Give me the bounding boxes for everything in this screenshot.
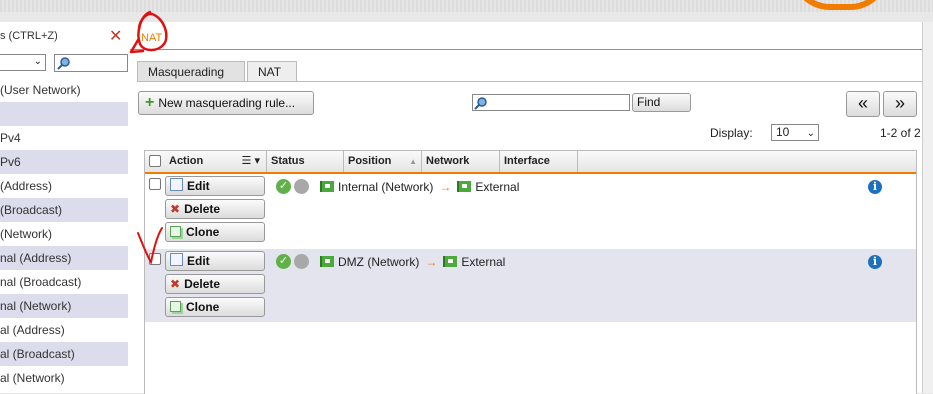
status-inactive-icon (294, 254, 309, 269)
sort-ascending-icon: ▲ (409, 157, 417, 166)
list-item[interactable]: al (Address) (0, 318, 128, 342)
column-header-label: Action (169, 155, 204, 167)
delete-label: Delete (184, 277, 221, 291)
left-panel-title: s (CTRL+Z) (0, 30, 58, 42)
info-icon[interactable]: i (868, 180, 882, 194)
clone-label: Clone (186, 300, 220, 314)
scrollbar[interactable] (922, 22, 933, 393)
search-icon (57, 57, 70, 70)
plus-icon: + (145, 94, 155, 111)
delete-icon: ✖ (170, 202, 181, 216)
edit-label: Edit (187, 179, 210, 193)
column-header-action[interactable]: Action ☰ ▾ (165, 151, 267, 172)
list-item[interactable]: Pv4 (0, 126, 128, 150)
left-panel: s (CTRL+Z) ✕ ⌄ (User Network) Pv4 Pv6 (A… (0, 22, 130, 393)
list-item[interactable]: Pv6 (0, 150, 128, 174)
find-button[interactable]: Find (632, 93, 691, 112)
next-page-button[interactable]: » (883, 91, 917, 117)
info-icon[interactable]: i (868, 255, 882, 269)
left-panel-list: (User Network) Pv4 Pv6 (Address) (Broadc… (0, 78, 128, 390)
edit-button[interactable]: Edit (165, 176, 265, 196)
search-input[interactable] (472, 94, 630, 111)
rule-source: Internal (Network) (338, 180, 434, 194)
clone-icon (170, 226, 181, 237)
divider (130, 49, 922, 50)
column-header-label: Position (348, 155, 392, 167)
clone-button[interactable]: Clone (165, 222, 265, 242)
list-item[interactable]: (User Network) (0, 78, 128, 102)
main-panel: NAT Masquerading NAT + New masquerading r… (130, 22, 922, 394)
rule-description: Internal (Network) → External (320, 180, 519, 194)
clone-label: Clone (186, 225, 220, 239)
delete-icon: ✖ (170, 277, 181, 291)
list-item[interactable] (0, 102, 128, 126)
row-checkbox[interactable] (149, 178, 161, 190)
chevron-down-icon: ⌄ (806, 128, 815, 139)
rule-target: External (475, 180, 520, 194)
edit-icon (170, 253, 183, 266)
status-enabled-icon[interactable]: ✓ (276, 179, 291, 194)
clone-button[interactable]: Clone (165, 297, 265, 317)
status-enabled-icon[interactable]: ✓ (276, 254, 291, 269)
divider (137, 81, 922, 82)
network-flag-icon (320, 181, 334, 192)
rule-source: DMZ (Network) (338, 255, 420, 269)
row-checkbox[interactable] (149, 253, 161, 265)
delete-button[interactable]: ✖ Delete (165, 274, 265, 294)
column-header-status[interactable]: Status (267, 151, 344, 172)
left-panel-search-input[interactable] (54, 54, 128, 72)
new-rule-label: New masquerading rule... (158, 96, 296, 110)
chevron-down-icon: ⌄ (33, 56, 42, 67)
list-item[interactable]: (Address) (0, 174, 128, 198)
search-icon (474, 97, 487, 110)
status-inactive-icon (294, 179, 309, 194)
list-item[interactable]: al (Broadcast) (0, 342, 128, 366)
left-panel-filter-select[interactable]: ⌄ (0, 54, 46, 71)
network-flag-icon (443, 256, 458, 267)
result-count: 1-2 of 2 (880, 126, 921, 140)
previous-page-button[interactable]: « (846, 91, 880, 117)
edit-label: Edit (187, 254, 210, 268)
clone-icon (170, 301, 181, 312)
new-masquerading-rule-button[interactable]: + New masquerading rule... (138, 91, 314, 115)
select-all-checkbox[interactable] (149, 155, 161, 167)
network-flag-icon (457, 181, 472, 192)
delete-button[interactable]: ✖ Delete (165, 199, 265, 219)
table-row: Edit ✖ Delete Clone ✓ DMZ (Network) → Exter… (145, 249, 916, 322)
close-icon[interactable]: ✕ (109, 26, 122, 46)
display-count-select[interactable]: 10 ⌄ (771, 124, 819, 141)
column-header-interface[interactable]: Interface (500, 151, 578, 172)
list-item[interactable]: nal (Network) (0, 294, 128, 318)
list-item[interactable]: (Broadcast) (0, 198, 128, 222)
column-menu-icon[interactable]: ☰ ▾ (242, 151, 260, 172)
display-label: Display: (710, 126, 753, 140)
column-header-position[interactable]: Position ▲ (344, 151, 422, 172)
tab-masquerading[interactable]: Masquerading (137, 61, 245, 82)
rule-target: External (461, 255, 506, 269)
list-item[interactable]: (Network) (0, 222, 128, 246)
display-count-value: 10 (776, 125, 790, 139)
column-header-network[interactable]: Network (422, 151, 500, 172)
arrow-right-icon: → (425, 255, 438, 269)
list-item[interactable]: nal (Address) (0, 246, 128, 270)
table-row: Edit ✖ Delete Clone ✓ Internal (Network) →… (145, 174, 916, 249)
network-flag-icon (320, 256, 334, 267)
arrow-right-icon: → (439, 180, 452, 194)
tab-nat[interactable]: NAT (247, 61, 297, 82)
rule-description: DMZ (Network) → External (320, 255, 505, 269)
delete-label: Delete (184, 202, 221, 216)
list-item[interactable]: al (Network) (0, 366, 128, 390)
rules-table: Action ☰ ▾ Status Position ▲ Network Int… (144, 150, 917, 394)
edit-button[interactable]: Edit (165, 251, 265, 271)
edit-icon (170, 178, 183, 191)
breadcrumb[interactable]: NAT (141, 32, 162, 44)
list-item[interactable]: nal (Broadcast) (0, 270, 128, 294)
top-strip (0, 0, 933, 12)
table-header: Action ☰ ▾ Status Position ▲ Network Int… (145, 151, 916, 174)
